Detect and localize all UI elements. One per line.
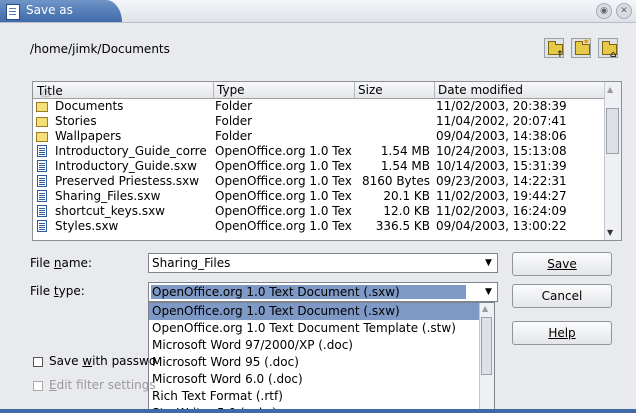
document-icon xyxy=(37,160,47,172)
dropdown-scrollbar[interactable]: ▲ xyxy=(479,303,494,412)
edit-filter-settings-label: Edit filter settings xyxy=(49,378,156,392)
list-item[interactable]: Introductory_Guide_corre OpenOffice.org … xyxy=(33,144,606,159)
file-type-select[interactable]: OpenOffice.org 1.0 Text Document (.sxw) … xyxy=(148,282,498,302)
list-item[interactable]: Preserved Priestess.sxw OpenOffice.org 1… xyxy=(33,174,606,189)
window-title: Save as xyxy=(26,3,73,17)
scroll-up-icon[interactable]: ▲ xyxy=(607,85,613,94)
list-item[interactable]: Styles.sxw OpenOffice.org 1.0 Tex 336.5 … xyxy=(33,219,606,234)
scroll-up-icon[interactable]: ▲ xyxy=(482,304,488,313)
file-type-dropdown-list[interactable]: OpenOffice.org 1.0 Text Document (.sxw) … xyxy=(148,302,495,413)
dropdown-option[interactable]: OpenOffice.org 1.0 Text Document (.sxw) xyxy=(149,303,482,320)
chevron-down-icon[interactable]: ▼ xyxy=(480,283,497,301)
folder-icon xyxy=(36,117,48,127)
current-path: /home/jimk/Documents xyxy=(30,42,170,56)
default-directory-button[interactable]: ⌂ xyxy=(598,38,618,60)
folder-up-icon: ↑ xyxy=(548,41,564,60)
dropdown-option[interactable]: Microsoft Word 95 (.doc) xyxy=(149,354,482,371)
dropdown-option[interactable]: Microsoft Word 97/2000/XP (.doc) xyxy=(149,337,482,354)
scrollbar-thumb[interactable] xyxy=(481,317,492,375)
file-name-input[interactable]: Sharing_Files ▼ xyxy=(148,253,498,273)
folder-icon xyxy=(36,132,48,142)
document-icon xyxy=(37,190,47,202)
list-item[interactable]: Introductory_Guide.sxw OpenOffice.org 1.… xyxy=(33,159,606,174)
dropdown-option[interactable]: OpenOffice.org 1.0 Text Document Templat… xyxy=(149,320,482,337)
scroll-down-icon[interactable]: ▼ xyxy=(607,228,613,237)
window-title-tab: Save as xyxy=(0,0,122,22)
star-icon: ✶ xyxy=(582,37,591,48)
dropdown-option[interactable]: Microsoft Word 6.0 (.doc) xyxy=(149,371,482,388)
file-list-scrollbar[interactable]: ▲ ▼ xyxy=(604,82,621,240)
dropdown-option[interactable]: Rich Text Format (.rtf) xyxy=(149,388,482,405)
save-with-password-label: Save with passwo xyxy=(49,354,157,368)
create-new-folder-button[interactable]: ✶ xyxy=(571,37,591,58)
save-document-icon xyxy=(6,4,20,20)
list-item[interactable]: shortcut_keys.sxw OpenOffice.org 1.0 Tex… xyxy=(33,204,606,219)
save-with-password-checkbox[interactable] xyxy=(33,357,43,367)
list-item[interactable]: Documents Folder 11/02/2003, 20:38:39 xyxy=(33,99,606,114)
save-button[interactable]: Save xyxy=(512,252,612,276)
folder-home-icon: ⌂ xyxy=(602,41,617,60)
list-item[interactable]: Wallpapers Folder 09/04/2003, 14:38:06 xyxy=(33,129,606,144)
document-icon xyxy=(37,220,47,232)
edit-filter-settings-checkbox[interactable] xyxy=(33,381,43,391)
chevron-down-icon[interactable]: ▼ xyxy=(480,254,497,272)
help-button[interactable]: Help xyxy=(512,321,612,345)
column-header-type[interactable]: Type xyxy=(217,83,245,97)
column-divider[interactable] xyxy=(434,82,435,98)
column-divider[interactable] xyxy=(213,82,214,98)
file-type-label: File type: xyxy=(30,284,85,298)
minimize-icon[interactable]: ◉ xyxy=(596,3,612,19)
close-icon[interactable]: ✕ xyxy=(616,3,632,19)
title-bar: Save as ◉ ✕ xyxy=(0,0,636,23)
folder-icon xyxy=(36,102,48,112)
column-divider[interactable] xyxy=(354,82,355,98)
file-name-label: File name: xyxy=(30,256,92,270)
window-bottom-border xyxy=(0,409,636,413)
document-icon xyxy=(37,145,47,157)
list-item[interactable]: Stories Folder 11/04/2002, 20:07:41 xyxy=(33,114,606,129)
sort-ascending-icon: △ xyxy=(41,84,51,98)
scrollbar-thumb[interactable] xyxy=(606,108,619,154)
column-header-date[interactable]: Date modified xyxy=(438,83,523,97)
column-header-size[interactable]: Size xyxy=(358,83,383,97)
list-header: Title △ Type Size Date modified xyxy=(33,82,606,99)
up-one-level-button[interactable]: ↑ xyxy=(544,38,564,60)
cancel-button[interactable]: Cancel xyxy=(512,284,612,308)
document-icon xyxy=(37,205,47,217)
document-icon xyxy=(37,175,47,187)
file-list[interactable]: Title △ Type Size Date modified Documents… xyxy=(32,81,622,241)
list-item[interactable]: Sharing_Files.sxw OpenOffice.org 1.0 Tex… xyxy=(33,189,606,204)
